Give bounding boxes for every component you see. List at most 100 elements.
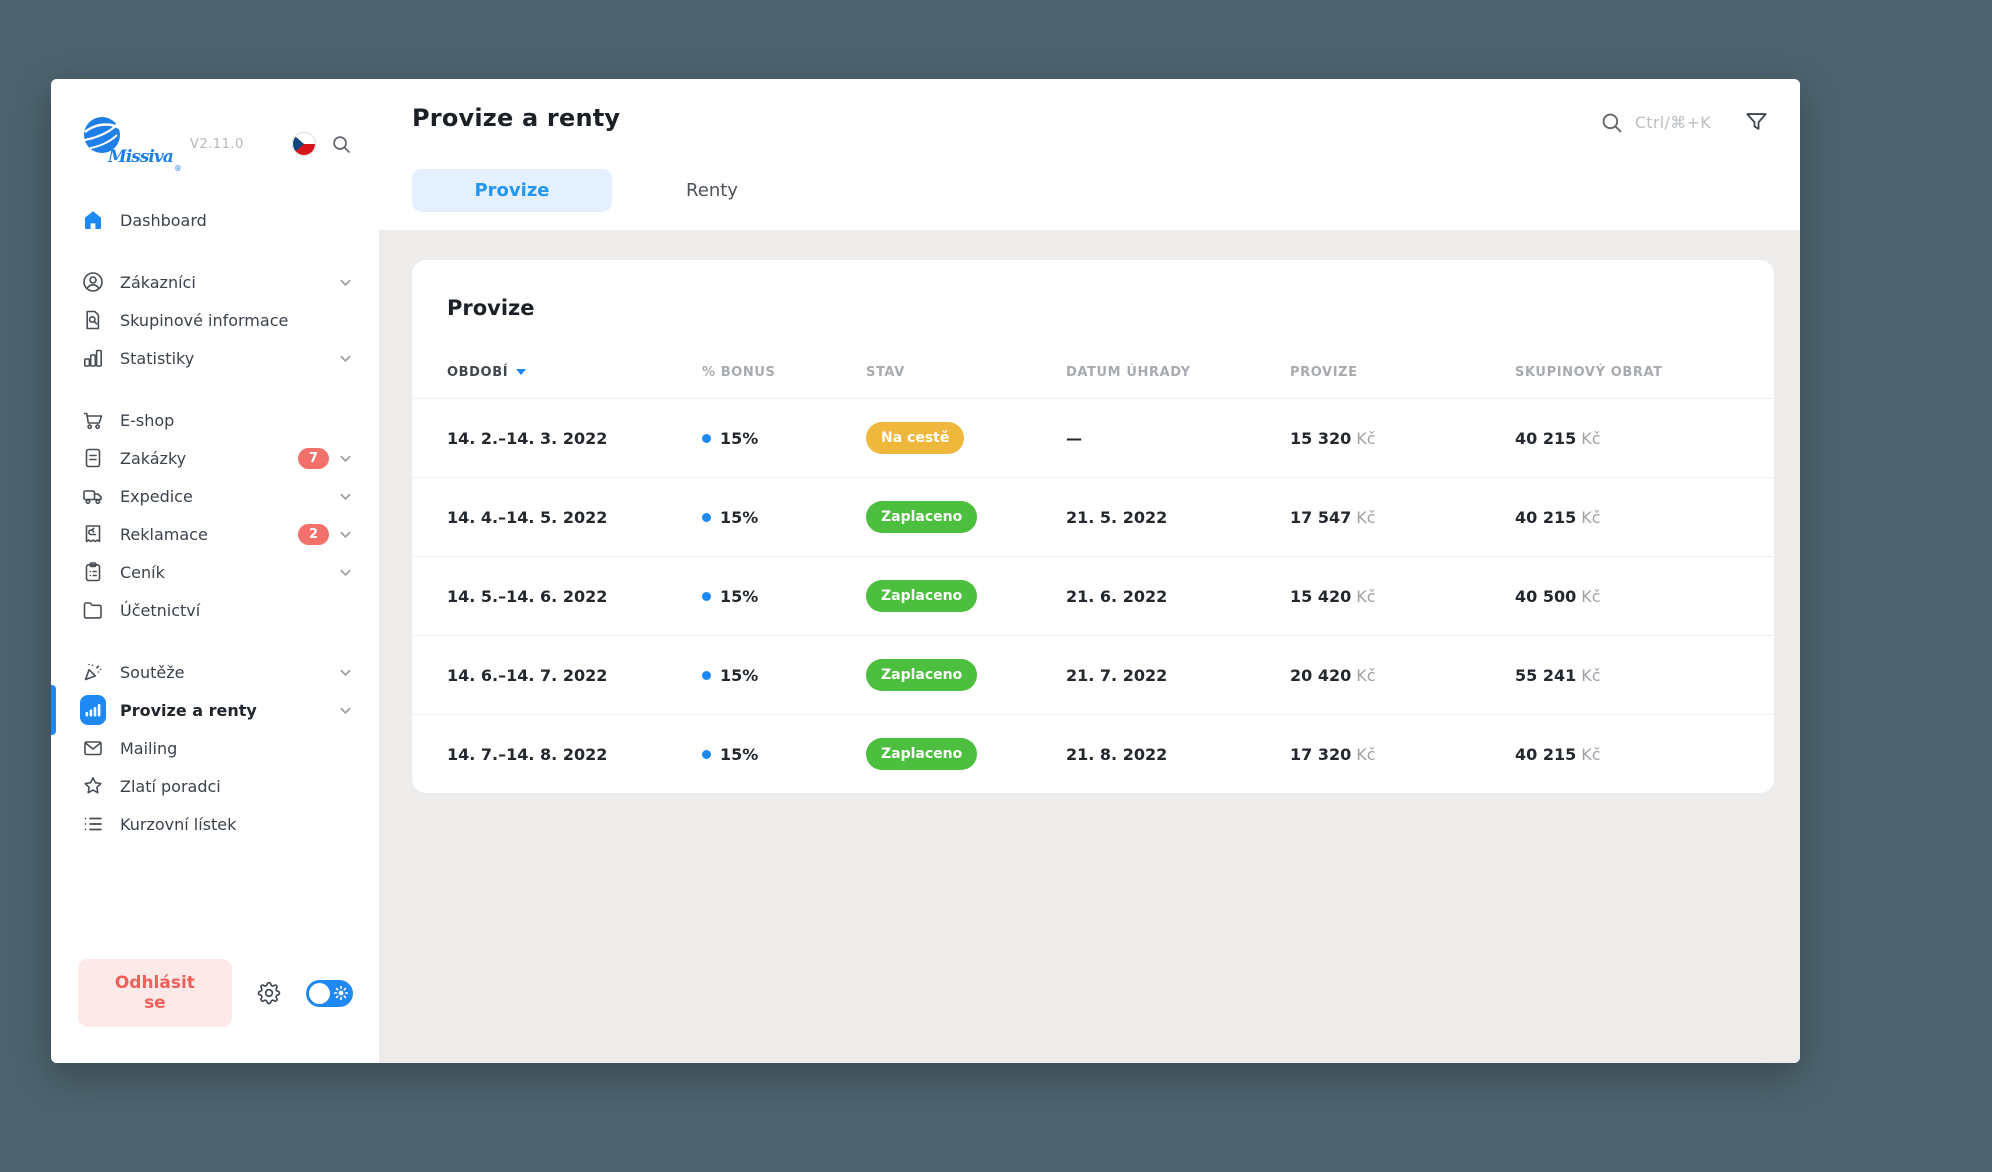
column-header-obdobi[interactable]: OBDOBÍ [447,365,702,380]
bonus-cell: 15% [702,745,866,764]
shopping-cart-icon [80,408,106,432]
tab-provize[interactable]: Provize [412,169,612,212]
period-cell: 14. 5.–14. 6. 2022 [447,587,702,606]
table-row[interactable]: 14. 2.–14. 3. 2022 15% Na cestě — 15 320… [412,398,1774,477]
table-row[interactable]: 14. 6.–14. 7. 2022 15% Zaplaceno 21. 7. … [412,635,1774,714]
period-cell: 14. 4.–14. 5. 2022 [447,508,702,527]
sidebar-item-ucetnictvi[interactable]: Účetnictví [51,591,379,629]
toggle-knob [309,983,330,1004]
main-header: Provize a renty Ctrl/⌘+K Provize Renty [379,79,1800,230]
sidebar-item-zakaznici[interactable]: Zákazníci [51,263,379,301]
list-icon [80,812,106,836]
bonus-cell: 15% [702,666,866,685]
sun-icon [333,985,349,1001]
sidebar-item-eshop[interactable]: E-shop [51,401,379,439]
column-header-datum-uhrady[interactable]: DATUM ÚHRADY [1066,365,1290,380]
tab-renty[interactable]: Renty [612,169,812,212]
status-badge: Zaplaceno [866,738,977,770]
column-header-stav[interactable]: STAV [866,365,1066,380]
provize-card: Provize OBDOBÍ % BONUS STAV DATUM ÚHRADY… [412,260,1774,793]
clipboard-icon [80,560,106,584]
chevron-down-icon [338,451,353,466]
sidebar-item-zlati-poradci[interactable]: Zlatí poradci [51,767,379,805]
document-search-icon [80,308,106,332]
sidebar-search-icon[interactable] [330,133,353,156]
status-badge: Na cestě [866,422,964,454]
filter-icon[interactable] [1743,109,1770,136]
chevron-down-icon [338,275,353,290]
paid-date-cell: 21. 7. 2022 [1066,666,1290,685]
status-badge: Zaplaceno [866,501,977,533]
column-header-provize[interactable]: PROVIZE [1290,365,1515,380]
active-indicator-bar [51,685,56,735]
returns-icon [80,522,106,546]
obrat-cell: 55 241Kč [1515,666,1739,685]
table-row[interactable]: 14. 7.–14. 8. 2022 15% Zaplaceno 21. 8. … [412,714,1774,793]
sort-desc-icon [516,369,526,375]
search-shortcut-hint: Ctrl/⌘+K [1635,113,1711,132]
sidebar-item-mailing[interactable]: Mailing [51,729,379,767]
column-header-bonus[interactable]: % BONUS [702,365,866,380]
period-cell: 14. 7.–14. 8. 2022 [447,745,702,764]
paid-date-cell: 21. 8. 2022 [1066,745,1290,764]
sidebar-item-provize-a-renty[interactable]: Provize a renty [51,691,379,729]
blue-dot-icon [702,592,711,601]
star-icon [80,774,106,798]
blue-dot-icon [702,513,711,522]
chevron-down-icon [338,665,353,680]
status-badge: Zaplaceno [866,580,977,612]
provize-cell: 17 547Kč [1290,508,1515,527]
logout-button[interactable]: Odhlásit se [78,959,232,1027]
main-area: Provize a renty Ctrl/⌘+K Provize Renty [379,79,1800,1063]
logo-text: Missiva [108,147,173,167]
table-row[interactable]: 14. 5.–14. 6. 2022 15% Zaplaceno 21. 6. … [412,556,1774,635]
period-cell: 14. 6.–14. 7. 2022 [447,666,702,685]
sidebar-footer: Odhlásit se [51,959,379,1063]
table-header-row: OBDOBÍ % BONUS STAV DATUM ÚHRADY PROVIZE… [412,346,1774,398]
sidebar-item-dashboard[interactable]: Dashboard [51,201,379,239]
chevron-down-icon [338,703,353,718]
truck-icon [80,484,106,508]
sidebar-item-souteze[interactable]: Soutěže [51,653,379,691]
party-popper-icon [80,660,106,684]
blue-dot-icon [702,434,711,443]
app-version: V2.11.0 [190,137,244,152]
orders-file-icon [80,446,106,470]
sidebar-item-kurzovni-listek[interactable]: Kurzovní lístek [51,805,379,843]
page-title: Provize a renty [412,104,620,132]
paid-date-cell: 21. 5. 2022 [1066,508,1290,527]
obrat-cell: 40 215Kč [1515,745,1739,764]
registered-mark: ® [174,164,182,173]
provize-cell: 15 420Kč [1290,587,1515,606]
obrat-cell: 40 500Kč [1515,587,1739,606]
chevron-down-icon [338,527,353,542]
settings-gear-icon[interactable] [256,980,282,1006]
sidebar-item-skupinove-informace[interactable]: Skupinové informace [51,301,379,339]
home-icon [80,208,106,232]
sidebar-item-expedice[interactable]: Expedice [51,477,379,515]
bar-chart-icon [80,346,106,370]
bonus-cell: 15% [702,587,866,606]
sidebar-item-reklamace[interactable]: Reklamace 2 [51,515,379,553]
global-search-icon[interactable] [1599,110,1625,136]
theme-toggle[interactable] [306,980,353,1007]
sidebar-item-cenik[interactable]: Ceník [51,553,379,591]
column-header-skupinovy-obrat[interactable]: SKUPINOVÝ OBRAT [1515,365,1739,380]
sidebar-nav: Dashboard Zákazníci [51,179,379,959]
status-badge: Zaplaceno [866,659,977,691]
missiva-logo: Missiva ® [78,115,182,173]
czech-flag-icon[interactable] [291,131,317,157]
app-window: Missiva ® V2.11.0 [51,79,1800,1063]
chevron-down-icon [338,489,353,504]
blue-dot-icon [702,671,711,680]
chevron-down-icon [338,565,353,580]
envelope-icon [80,736,106,760]
period-cell: 14. 2.–14. 3. 2022 [447,429,702,448]
sidebar-item-statistiky[interactable]: Statistiky [51,339,379,377]
table-row[interactable]: 14. 4.–14. 5. 2022 15% Zaplaceno 21. 5. … [412,477,1774,556]
provize-cell: 20 420Kč [1290,666,1515,685]
content-area: Provize OBDOBÍ % BONUS STAV DATUM ÚHRADY… [379,230,1800,1063]
paid-date-cell: 21. 6. 2022 [1066,587,1290,606]
paid-date-cell: — [1066,429,1290,448]
sidebar-item-zakazky[interactable]: Zakázky 7 [51,439,379,477]
